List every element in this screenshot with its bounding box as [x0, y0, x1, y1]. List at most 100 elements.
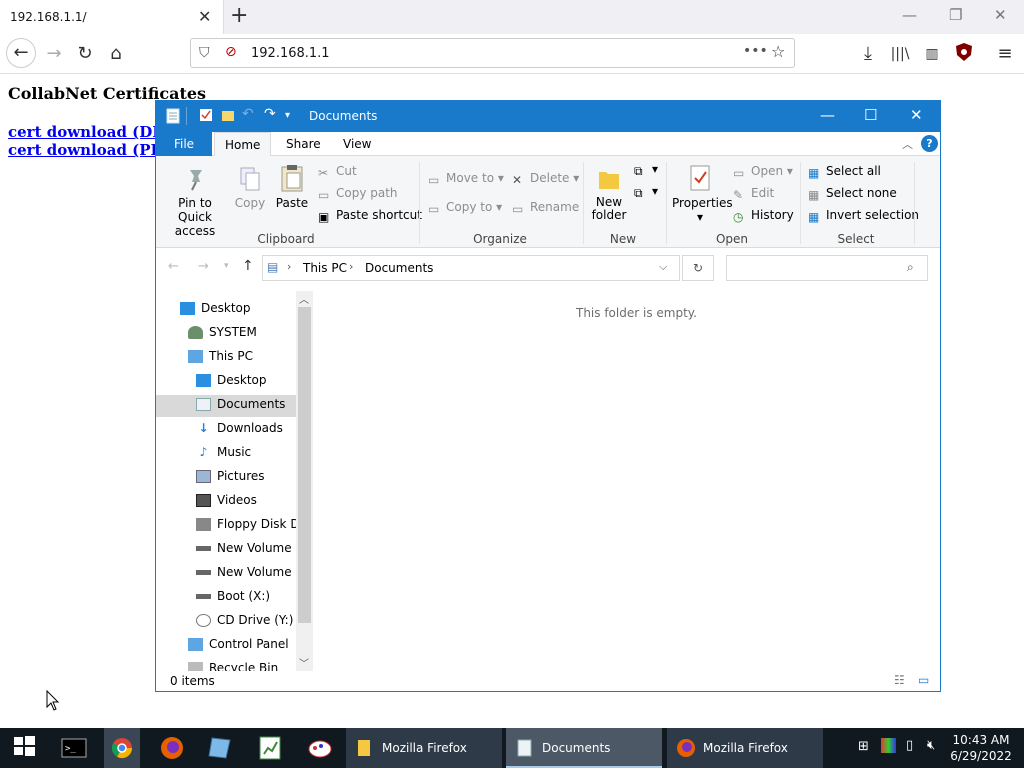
copy-path-button[interactable]: ▭ Copy path: [318, 186, 398, 202]
nav-item-desktop-root[interactable]: Desktop: [180, 297, 251, 319]
delete-button[interactable]: ✕ Delete ▾: [512, 171, 579, 187]
redo-icon[interactable]: ↷: [264, 106, 280, 122]
rename-button[interactable]: ▭ Rename: [512, 200, 579, 216]
new-folder-quick-icon[interactable]: [221, 108, 237, 124]
large-icons-view-icon[interactable]: ▭: [918, 673, 929, 687]
invert-selection-button[interactable]: ▦ Invert selection: [808, 208, 919, 224]
volume-muted-icon[interactable]: 🔇︎: [927, 738, 935, 753]
breadcrumb-documents[interactable]: Documents: [365, 261, 433, 275]
address-dropdown-icon[interactable]: ⌵: [659, 260, 667, 274]
select-all-button[interactable]: ▦ Select all: [808, 164, 881, 180]
spreadsheet-app-icon[interactable]: [256, 734, 284, 762]
copy-to-button[interactable]: ▭ Copy to ▾: [428, 200, 502, 216]
details-view-icon[interactable]: ☷: [894, 673, 905, 687]
notebook-app-icon[interactable]: [206, 734, 234, 762]
nav-item-documents[interactable]: Documents: [196, 393, 285, 415]
reload-icon[interactable]: ↻: [73, 42, 97, 66]
color-app-tray-icon[interactable]: [881, 738, 896, 753]
nav-item-recycle-bin[interactable]: Recycle Bin: [188, 657, 278, 671]
tab-view[interactable]: View: [333, 132, 381, 156]
taskbar-firefox-folder-button[interactable]: Mozilla Firefox: [346, 728, 502, 768]
bookmark-star-icon[interactable]: ☆: [771, 42, 785, 61]
address-bar[interactable]: ▤ › This PC › Documents ⌵: [262, 255, 680, 281]
nav-item-music[interactable]: ♪ Music: [196, 441, 252, 463]
cut-button[interactable]: ✂ Cut: [318, 164, 357, 180]
new-tab-icon[interactable]: +: [230, 3, 248, 28]
new-folder-button[interactable]: New folder: [588, 166, 630, 222]
refresh-icon[interactable]: ↻: [682, 255, 714, 281]
restore-icon[interactable]: ❐: [949, 6, 962, 24]
nav-item-cd-drive[interactable]: CD Drive (Y:) vi: [196, 609, 308, 631]
help-icon[interactable]: ?: [921, 135, 938, 152]
url-bar[interactable]: ⛉ ⊘ 192.168.1.1 ••• ☆: [190, 38, 795, 68]
properties-quick-icon[interactable]: [199, 108, 215, 124]
cert-download-der-link[interactable]: cert download (DER,: [8, 123, 155, 141]
move-to-button[interactable]: ▭ Move to ▾: [428, 171, 504, 187]
explorer-maximize-icon[interactable]: ☐: [864, 106, 877, 124]
url-text[interactable]: 192.168.1.1: [251, 46, 330, 61]
terminal-icon[interactable]: >_: [60, 734, 88, 762]
ublock-icon[interactable]: [952, 42, 976, 66]
shield-icon[interactable]: ⛉: [199, 45, 210, 61]
scroll-down-icon[interactable]: ﹀: [299, 655, 309, 670]
library-icon[interactable]: |||\: [888, 42, 912, 66]
nav-item-this-pc[interactable]: This PC: [188, 345, 253, 367]
edit-button[interactable]: ✎ Edit: [733, 186, 774, 202]
menu-icon[interactable]: ≡: [993, 42, 1017, 66]
back-nav-icon[interactable]: ←: [168, 259, 179, 274]
firefox-icon[interactable]: [158, 734, 186, 762]
nav-item-videos[interactable]: Videos: [196, 489, 257, 511]
taskbar-firefox-button[interactable]: Mozilla Firefox: [667, 728, 823, 768]
nav-item-volume-d[interactable]: New Volume (D: [196, 561, 309, 583]
customize-quick-access-icon[interactable]: ▾: [285, 110, 301, 126]
nav-item-desktop[interactable]: Desktop: [196, 369, 267, 391]
scrollbar-thumb[interactable]: [298, 307, 311, 623]
device-tray-icon[interactable]: ▯: [906, 738, 913, 753]
browser-tab[interactable]: 192.168.1.1/ ✕: [0, 0, 224, 34]
tab-home[interactable]: Home: [214, 132, 272, 157]
undo-icon[interactable]: ↶: [242, 106, 258, 122]
nav-item-downloads[interactable]: ↓ Downloads: [196, 417, 282, 439]
network-icon[interactable]: ⊞: [858, 739, 869, 754]
cert-download-pem-link[interactable]: cert download (PEM,: [8, 141, 155, 159]
paste-shortcut-button[interactable]: ▣ Paste shortcut: [318, 208, 422, 224]
tab-share[interactable]: Share: [276, 132, 331, 156]
forward-icon[interactable]: →: [42, 42, 66, 66]
copy-button[interactable]: Copy: [234, 166, 266, 210]
breadcrumb-this-pc[interactable]: This PC: [303, 261, 347, 275]
properties-button[interactable]: Properties ▾: [672, 164, 733, 224]
sidebar-icon[interactable]: ▥: [920, 42, 944, 66]
collapse-ribbon-icon[interactable]: ︿: [902, 136, 913, 152]
insecure-lock-icon[interactable]: ⊘: [225, 44, 237, 60]
start-windows-icon[interactable]: [12, 734, 40, 762]
easy-access-button[interactable]: ⧉ ▾: [634, 184, 658, 200]
select-none-button[interactable]: ▦ Select none: [808, 186, 897, 202]
close-window-icon[interactable]: ✕: [994, 6, 1007, 24]
tab-file[interactable]: File: [156, 132, 212, 156]
downloads-icon[interactable]: ⤓: [856, 42, 880, 66]
open-button[interactable]: ▭ Open ▾: [733, 164, 793, 180]
home-icon[interactable]: ⌂: [104, 42, 128, 66]
explorer-minimize-icon[interactable]: —: [820, 106, 835, 124]
up-level-icon[interactable]: ↑: [242, 258, 254, 274]
explorer-close-icon[interactable]: ✕: [910, 106, 923, 124]
nav-item-volume-c[interactable]: New Volume (C: [196, 537, 309, 559]
nav-item-control-panel[interactable]: Control Panel: [188, 633, 289, 655]
paint-app-icon[interactable]: [306, 734, 334, 762]
nav-item-boot-x[interactable]: Boot (X:): [196, 585, 270, 607]
back-icon[interactable]: ←: [6, 38, 36, 68]
paste-button[interactable]: Paste: [274, 164, 310, 210]
taskbar-documents-button[interactable]: Documents: [506, 728, 662, 768]
search-input[interactable]: ⌕: [726, 255, 928, 281]
nav-scrollbar[interactable]: ︿ ﹀: [296, 291, 313, 671]
history-button[interactable]: ◷ History: [733, 208, 794, 224]
explorer-title-bar[interactable]: ↶ ↷ ▾ Documents — ☐ ✕: [156, 101, 940, 132]
new-item-button[interactable]: ⧉ ▾: [634, 162, 658, 178]
nav-item-system-user[interactable]: SYSTEM: [188, 321, 257, 343]
close-tab-icon[interactable]: ✕: [198, 7, 211, 26]
forward-nav-icon[interactable]: →: [198, 259, 209, 274]
nav-item-floppy[interactable]: Floppy Disk Dri: [196, 513, 308, 535]
page-actions-icon[interactable]: •••: [743, 43, 768, 59]
pin-quick-access-button[interactable]: Pin to Quick access: [162, 166, 228, 238]
scroll-up-icon[interactable]: ︿: [299, 291, 309, 306]
